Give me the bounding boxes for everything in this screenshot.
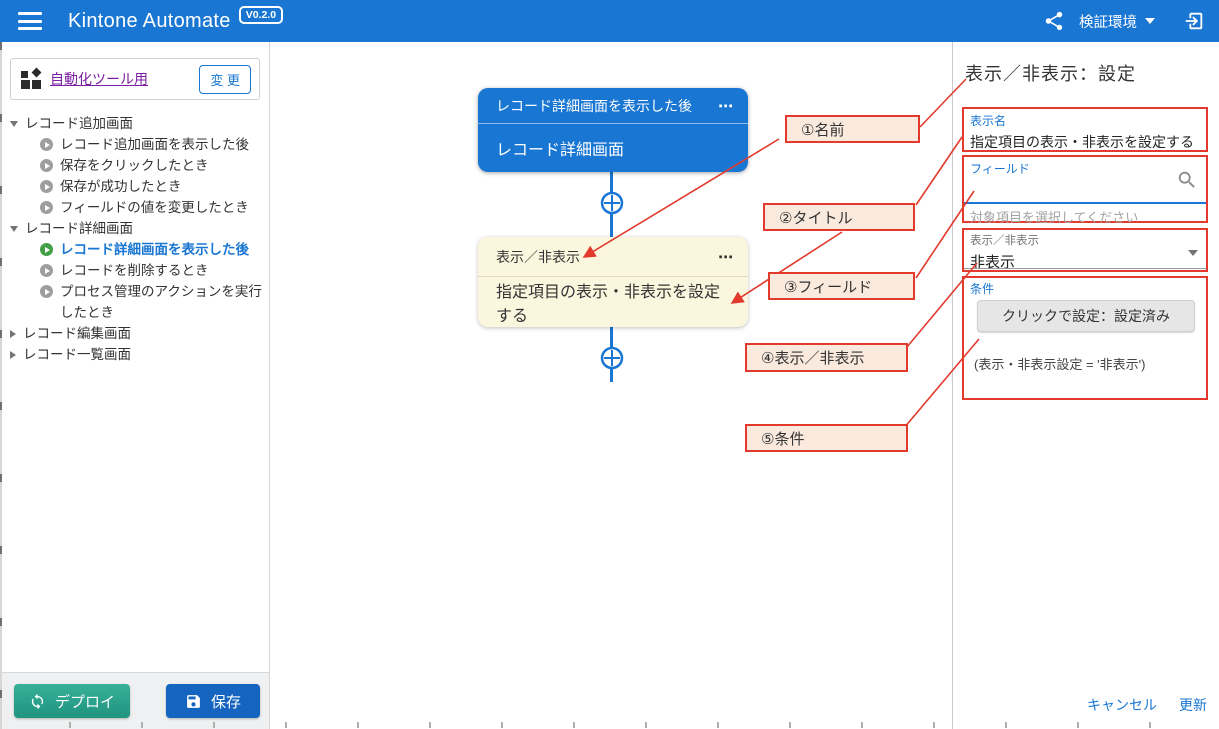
add-node-button[interactable]: [599, 345, 625, 371]
tree-group-record-detail[interactable]: レコード詳細画面: [10, 218, 263, 239]
dropdown-caret-icon: [1188, 250, 1198, 256]
trigger-node[interactable]: レコード詳細画面を表示した後 ⋯ レコード詳細画面: [478, 88, 748, 172]
search-icon[interactable]: [1176, 169, 1198, 191]
field-input-underline: [964, 202, 1206, 204]
field-placeholder: 対象項目を選択してください: [970, 207, 1138, 226]
condition-expression: (表示・非表示設定 = '非表示'): [974, 354, 1145, 373]
app-title: Kintone Automate: [68, 10, 231, 33]
play-icon: [40, 243, 53, 256]
node-menu-icon[interactable]: ⋯: [718, 248, 734, 266]
header-bar: Kintone Automate V0.2.0 検証環境: [0, 0, 1219, 42]
annotation-name: ①名前: [785, 115, 920, 143]
tree-item[interactable]: プロセス管理のアクションを実行したとき: [10, 281, 263, 323]
app-link[interactable]: 自動化ツール用: [50, 69, 148, 89]
sidebar-footer: デプロイ 保存: [0, 672, 269, 729]
display-name-field[interactable]: 表示名 指定項目の表示・非表示を設定する: [962, 107, 1208, 152]
cancel-button[interactable]: キャンセル: [1087, 695, 1157, 715]
triangle-down-icon: [10, 121, 18, 127]
triangle-right-icon: [10, 330, 16, 338]
change-app-button[interactable]: 変 更: [199, 65, 251, 94]
tree-group-record-add[interactable]: レコード追加画面: [10, 113, 263, 134]
tree-group-record-edit[interactable]: レコード編集画面: [10, 323, 263, 344]
add-node-button[interactable]: [599, 190, 625, 216]
condition-set-button[interactable]: クリックで設定：設定済み: [977, 300, 1195, 332]
tree-item[interactable]: レコードを削除するとき: [10, 260, 263, 281]
hamburger-icon[interactable]: [18, 12, 42, 30]
version-badge: V0.2.0: [239, 6, 283, 24]
sync-icon: [29, 693, 46, 710]
tree-item-selected[interactable]: レコード詳細画面を表示した後: [10, 239, 263, 260]
chevron-down-icon: [1145, 18, 1155, 24]
event-tree: レコード追加画面 レコード追加画面を表示した後 保存をクリックしたとき 保存が成…: [10, 113, 263, 365]
play-icon: [40, 264, 53, 277]
tree-item[interactable]: 保存が成功したとき: [10, 176, 263, 197]
sidebar: 自動化ツール用 変 更 レコード追加画面 レコード追加画面を表示した後 保存をク…: [0, 42, 270, 729]
action-node[interactable]: 表示／非表示 ⋯ 指定項目の表示・非表示を設定する: [478, 237, 748, 327]
tree-item[interactable]: 保存をクリックしたとき: [10, 155, 263, 176]
field-selector[interactable]: フィールド 対象項目を選択してください: [962, 155, 1208, 223]
play-icon: [40, 285, 53, 298]
panel-title: 表示／非表示：設定: [965, 60, 1136, 86]
visibility-select[interactable]: 表示／非表示 非表示: [962, 228, 1208, 272]
app-selector-box: 自動化ツール用 変 更: [10, 58, 260, 100]
deploy-button[interactable]: デプロイ: [14, 684, 130, 718]
tree-item[interactable]: レコード追加画面を表示した後: [10, 134, 263, 155]
trigger-node-subtitle: レコード詳細画面: [496, 136, 624, 160]
node-menu-icon[interactable]: ⋯: [718, 97, 734, 115]
triangle-right-icon: [10, 351, 16, 359]
environment-label: 検証環境: [1079, 11, 1137, 32]
environment-selector[interactable]: 検証環境: [1079, 11, 1155, 32]
annotation-condition: ⑤条件: [745, 424, 908, 452]
settings-panel: 表示／非表示：設定 表示名 指定項目の表示・非表示を設定する フィールド 対象項…: [952, 42, 1219, 729]
floppy-icon: [185, 693, 202, 710]
tree-item[interactable]: フィールドの値を変更したとき: [10, 197, 263, 218]
triangle-down-icon: [10, 226, 18, 232]
annotation-title: ②タイトル: [763, 203, 915, 231]
condition-group: 条件 クリックで設定：設定済み (表示・非表示設定 = '非表示'): [962, 276, 1208, 400]
play-icon: [40, 138, 53, 151]
share-icon[interactable]: [1043, 10, 1065, 32]
annotation-field: ③フィールド: [768, 272, 915, 300]
app-grid-icon: [21, 69, 41, 89]
kintone-automate-window: Kintone Automate V0.2.0 検証環境 自動化ツール用 変 更…: [0, 0, 1219, 729]
play-icon: [40, 159, 53, 172]
play-icon: [40, 180, 53, 193]
tree-group-record-list[interactable]: レコード一覧画面: [10, 344, 263, 365]
save-button[interactable]: 保存: [166, 684, 260, 718]
logout-icon[interactable]: [1183, 10, 1205, 32]
annotation-visibility: ④表示／非表示: [745, 343, 908, 372]
update-button[interactable]: 更新: [1179, 695, 1207, 715]
play-icon: [40, 201, 53, 214]
action-node-subtitle: 指定項目の表示・非表示を設定する: [496, 278, 730, 326]
